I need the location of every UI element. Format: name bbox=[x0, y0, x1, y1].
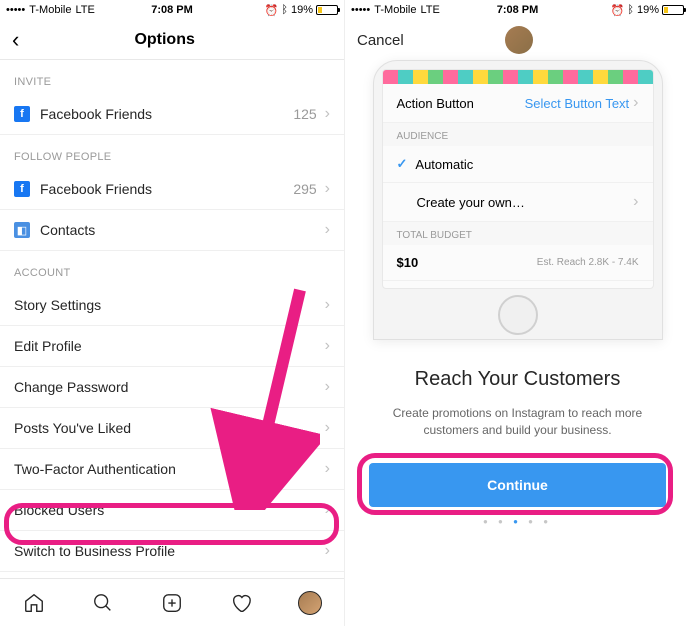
chevron-right-icon: › bbox=[325, 501, 330, 519]
chevron-right-icon: › bbox=[325, 105, 330, 123]
promo-nav: Cancel bbox=[345, 20, 690, 60]
facebook-icon: f bbox=[14, 181, 30, 197]
page-dots: ● ● ● ● ● bbox=[345, 517, 690, 526]
preview-banner bbox=[383, 70, 653, 84]
row-contacts[interactable]: ◧ Contacts › bbox=[0, 210, 344, 251]
audience-header: AUDIENCE bbox=[383, 123, 653, 146]
chevron-right-icon: › bbox=[325, 221, 330, 239]
status-bar-right: ••••• T-Mobile LTE 7:08 PM ⏰ᛒ19% bbox=[345, 0, 690, 20]
continue-button[interactable]: Continue bbox=[369, 463, 666, 507]
nav-header: ‹ Options bbox=[0, 20, 344, 60]
promo-headline: Reach Your Customers bbox=[345, 368, 690, 391]
status-bar-left: ••••• T-Mobile LTE 7:08 PM ⏰ᛒ19% bbox=[0, 0, 344, 20]
options-screen: ••••• T-Mobile LTE 7:08 PM ⏰ᛒ19% ‹ Optio… bbox=[0, 0, 345, 626]
chevron-right-icon: › bbox=[325, 460, 330, 478]
battery-icon bbox=[316, 5, 338, 15]
page-title: Options bbox=[19, 31, 310, 49]
row-create-own: Create your own…› bbox=[383, 183, 653, 222]
phone-preview: Action Button Select Button Text › AUDIE… bbox=[373, 60, 663, 340]
row-facebook-friends-invite[interactable]: f Facebook Friends 125 › bbox=[0, 94, 344, 135]
promo-screen: ••••• T-Mobile LTE 7:08 PM ⏰ᛒ19% Cancel … bbox=[345, 0, 690, 626]
chevron-right-icon: › bbox=[325, 337, 330, 355]
row-posts-liked[interactable]: Posts You've Liked› bbox=[0, 408, 344, 449]
row-blocked-users[interactable]: Blocked Users› bbox=[0, 490, 344, 531]
budget-header: TOTAL BUDGET bbox=[383, 222, 653, 245]
facebook-icon: f bbox=[14, 106, 30, 122]
row-switch-business[interactable]: Switch to Business Profile› bbox=[0, 531, 344, 572]
row-budget: $10Est. Reach 2.8K - 7.4K bbox=[383, 245, 653, 281]
row-facebook-friends-follow[interactable]: f Facebook Friends 295 › bbox=[0, 169, 344, 210]
home-icon[interactable] bbox=[22, 591, 46, 615]
chevron-right-icon: › bbox=[325, 378, 330, 396]
heart-icon[interactable] bbox=[229, 591, 253, 615]
row-two-factor[interactable]: Two-Factor Authentication› bbox=[0, 449, 344, 490]
promo-subtext: Create promotions on Instagram to reach … bbox=[345, 391, 690, 463]
row-action-button: Action Button Select Button Text › bbox=[383, 84, 653, 123]
battery-icon bbox=[662, 5, 684, 15]
section-account: ACCOUNT bbox=[0, 251, 344, 285]
tab-bar bbox=[0, 578, 344, 626]
chevron-right-icon: › bbox=[325, 180, 330, 198]
cancel-button[interactable]: Cancel bbox=[357, 32, 404, 49]
chevron-right-icon: › bbox=[325, 542, 330, 560]
row-edit-profile[interactable]: Edit Profile› bbox=[0, 326, 344, 367]
chevron-right-icon: › bbox=[325, 419, 330, 437]
home-button-mock bbox=[498, 295, 538, 335]
row-story-settings[interactable]: Story Settings› bbox=[0, 285, 344, 326]
row-automatic: ✓Automatic bbox=[383, 146, 653, 183]
contacts-icon: ◧ bbox=[14, 222, 30, 238]
options-list[interactable]: INVITE f Facebook Friends 125 › FOLLOW P… bbox=[0, 60, 344, 578]
check-icon: ✓ bbox=[397, 156, 408, 172]
chevron-right-icon: › bbox=[325, 296, 330, 314]
back-button[interactable]: ‹ bbox=[12, 27, 19, 53]
row-change-password[interactable]: Change Password› bbox=[0, 367, 344, 408]
section-invite: INVITE bbox=[0, 60, 344, 94]
add-post-icon[interactable] bbox=[160, 591, 184, 615]
search-icon[interactable] bbox=[91, 591, 115, 615]
profile-tab[interactable] bbox=[298, 591, 322, 615]
section-follow: FOLLOW PEOPLE bbox=[0, 135, 344, 169]
avatar bbox=[505, 26, 533, 54]
